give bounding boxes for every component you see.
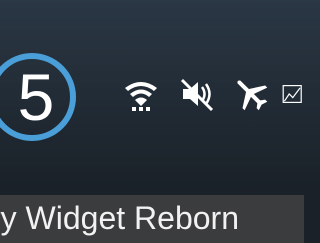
airplane-mode-toggle[interactable] xyxy=(228,70,274,118)
sound-toggle[interactable] xyxy=(174,70,220,118)
airplane-icon xyxy=(237,80,268,111)
app-title: ry Widget Reborn xyxy=(0,200,239,236)
sound-muted-icon xyxy=(180,78,214,112)
widget-preview: 5 xyxy=(0,0,304,195)
wifi-toggle[interactable] xyxy=(118,70,164,118)
app-title-bar: ry Widget Reborn xyxy=(0,195,304,243)
wifi-settings-icon xyxy=(125,82,157,111)
brightness-auto-icon xyxy=(282,85,302,103)
battery-level-text: 5 xyxy=(17,60,55,134)
battery-indicator[interactable]: 5 xyxy=(0,24,92,170)
brightness-toggle[interactable] xyxy=(282,70,306,118)
